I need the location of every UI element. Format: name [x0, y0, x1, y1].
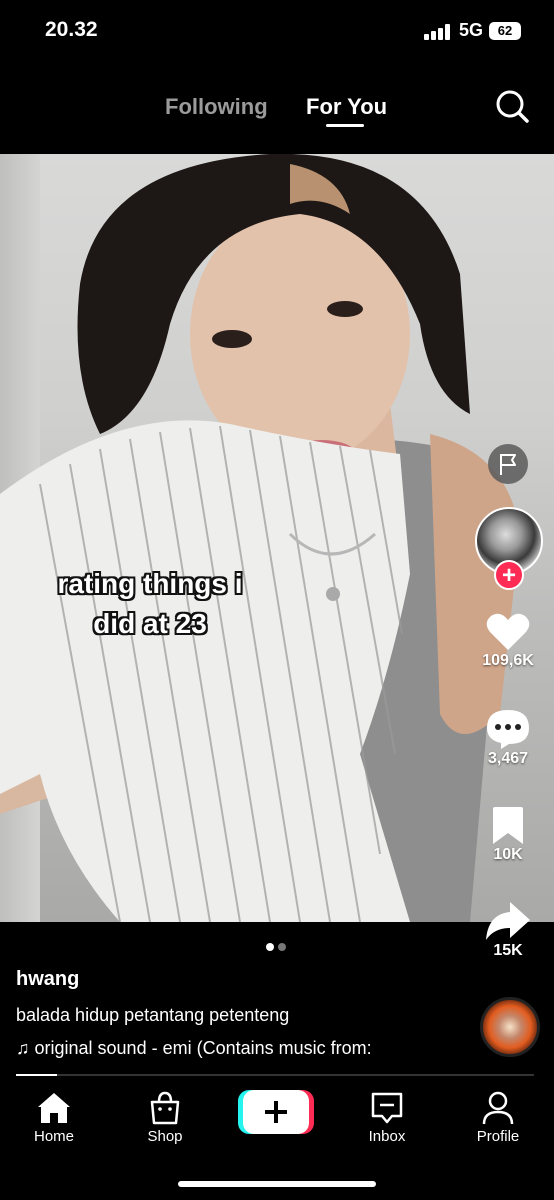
tab-for-you[interactable]: For You — [306, 94, 387, 120]
post-description: balada hidup petantang petenteng — [16, 1005, 290, 1025]
battery-icon: 62 — [489, 22, 521, 40]
network-type: 5G — [459, 20, 484, 40]
status-bar: 20.32 5G 62 — [0, 0, 554, 64]
carousel-dots — [266, 938, 290, 956]
create-icon[interactable] — [238, 1088, 314, 1136]
post-sound[interactable]: ♫ original sound - emi (Contains music f… — [16, 1038, 372, 1059]
inbox-icon — [371, 1092, 403, 1124]
active-tab-indicator — [326, 124, 364, 127]
music-disc-icon[interactable] — [480, 997, 540, 1057]
tab-following[interactable]: Following — [165, 94, 268, 120]
like-count: 109,6K — [482, 652, 534, 669]
shop-icon — [150, 1091, 180, 1125]
post-username[interactable]: hwang — [16, 968, 79, 991]
share-count: 15K — [493, 942, 523, 959]
flag-icon — [500, 454, 516, 475]
signal-icon — [424, 24, 452, 40]
home-indicator — [178, 1181, 376, 1187]
follow-button[interactable]: + — [494, 560, 524, 590]
save-count: 10K — [493, 846, 523, 863]
nav-shop-label: Shop — [147, 1128, 183, 1145]
comment-count: 3,467 — [487, 750, 529, 767]
video-text-overlay: rating things i did at 23 — [57, 568, 243, 639]
nav-home-label: Home — [33, 1128, 74, 1145]
comment-icon — [487, 710, 529, 749]
like-button[interactable]: 109,6K — [476, 612, 540, 670]
video-player[interactable]: rating things i did at 23 — [0, 154, 554, 922]
home-icon — [38, 1093, 70, 1123]
comment-button[interactable]: 3,467 — [476, 708, 540, 768]
bottom-nav: Home Shop Inbox Profile — [0, 1080, 554, 1200]
bookmark-icon — [493, 807, 523, 844]
nav-profile-label: Profile — [476, 1128, 520, 1145]
share-icon — [486, 902, 530, 940]
nav-home[interactable]: Home — [9, 1088, 99, 1145]
heart-icon — [486, 613, 530, 650]
top-nav: Following For You — [0, 64, 554, 154]
nav-profile[interactable]: Profile — [453, 1088, 543, 1145]
carousel-dot — [278, 943, 286, 951]
status-time: 20.32 — [45, 18, 98, 41]
video-progress-bar[interactable] — [16, 1074, 534, 1076]
video-progress-fill — [16, 1074, 58, 1076]
profile-icon — [482, 1091, 514, 1125]
nav-shop[interactable]: Shop — [120, 1088, 210, 1145]
nav-inbox-label: Inbox — [368, 1128, 406, 1145]
carousel-dot-active — [266, 943, 274, 951]
nav-inbox[interactable]: Inbox — [342, 1088, 432, 1145]
search-icon[interactable] — [494, 88, 530, 124]
save-button[interactable]: 10K — [476, 806, 540, 864]
video-frame-person — [0, 154, 520, 922]
share-button[interactable]: 15K — [476, 900, 540, 960]
report-button[interactable] — [488, 444, 528, 484]
